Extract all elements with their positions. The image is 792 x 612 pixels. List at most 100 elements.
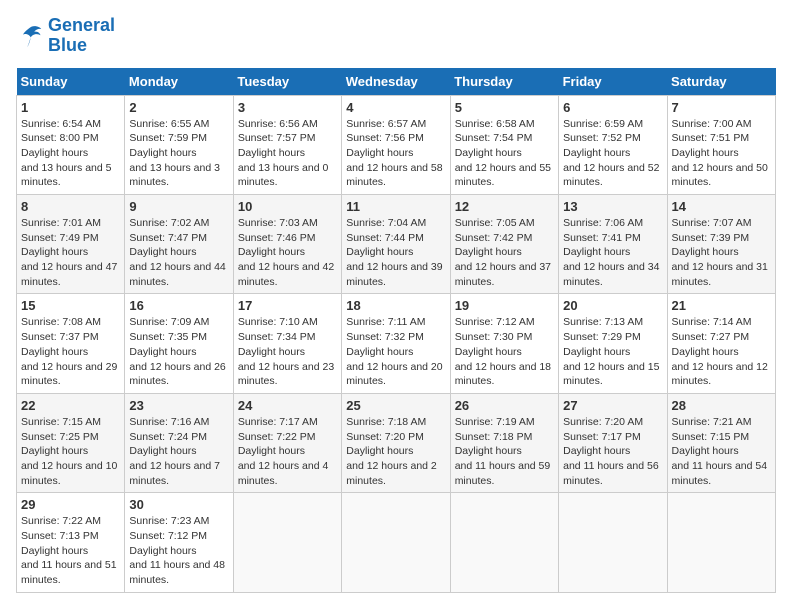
calendar-cell bbox=[342, 493, 450, 592]
calendar-cell: 18 Sunrise: 7:11 AM Sunset: 7:32 PM Dayl… bbox=[342, 294, 450, 393]
day-number: 27 bbox=[563, 398, 662, 413]
day-number: 14 bbox=[672, 199, 771, 214]
logo-text: General Blue bbox=[48, 16, 115, 56]
logo: General Blue bbox=[16, 16, 115, 56]
calendar-cell: 19 Sunrise: 7:12 AM Sunset: 7:30 PM Dayl… bbox=[450, 294, 558, 393]
day-info: Sunrise: 7:02 AM Sunset: 7:47 PM Dayligh… bbox=[129, 216, 228, 289]
day-number: 17 bbox=[238, 298, 337, 313]
col-header-sunday: Sunday bbox=[17, 68, 125, 96]
calendar-cell: 22 Sunrise: 7:15 AM Sunset: 7:25 PM Dayl… bbox=[17, 393, 125, 492]
day-info: Sunrise: 7:22 AM Sunset: 7:13 PM Dayligh… bbox=[21, 514, 120, 587]
day-info: Sunrise: 7:05 AM Sunset: 7:42 PM Dayligh… bbox=[455, 216, 554, 289]
calendar-cell: 26 Sunrise: 7:19 AM Sunset: 7:18 PM Dayl… bbox=[450, 393, 558, 492]
day-info: Sunrise: 7:01 AM Sunset: 7:49 PM Dayligh… bbox=[21, 216, 120, 289]
calendar-cell: 1 Sunrise: 6:54 AM Sunset: 8:00 PM Dayli… bbox=[17, 95, 125, 194]
calendar-cell: 27 Sunrise: 7:20 AM Sunset: 7:17 PM Dayl… bbox=[559, 393, 667, 492]
day-info: Sunrise: 6:58 AM Sunset: 7:54 PM Dayligh… bbox=[455, 117, 554, 190]
calendar-cell: 23 Sunrise: 7:16 AM Sunset: 7:24 PM Dayl… bbox=[125, 393, 233, 492]
day-number: 21 bbox=[672, 298, 771, 313]
day-number: 11 bbox=[346, 199, 445, 214]
calendar-cell: 14 Sunrise: 7:07 AM Sunset: 7:39 PM Dayl… bbox=[667, 195, 775, 294]
calendar-table: SundayMondayTuesdayWednesdayThursdayFrid… bbox=[16, 68, 776, 593]
calendar-cell: 29 Sunrise: 7:22 AM Sunset: 7:13 PM Dayl… bbox=[17, 493, 125, 592]
day-info: Sunrise: 7:09 AM Sunset: 7:35 PM Dayligh… bbox=[129, 315, 228, 388]
day-info: Sunrise: 7:07 AM Sunset: 7:39 PM Dayligh… bbox=[672, 216, 771, 289]
day-number: 22 bbox=[21, 398, 120, 413]
day-info: Sunrise: 7:20 AM Sunset: 7:17 PM Dayligh… bbox=[563, 415, 662, 488]
day-info: Sunrise: 7:23 AM Sunset: 7:12 PM Dayligh… bbox=[129, 514, 228, 587]
calendar-cell: 17 Sunrise: 7:10 AM Sunset: 7:34 PM Dayl… bbox=[233, 294, 341, 393]
calendar-cell: 15 Sunrise: 7:08 AM Sunset: 7:37 PM Dayl… bbox=[17, 294, 125, 393]
day-number: 7 bbox=[672, 100, 771, 115]
day-number: 9 bbox=[129, 199, 228, 214]
day-number: 15 bbox=[21, 298, 120, 313]
calendar-cell: 25 Sunrise: 7:18 AM Sunset: 7:20 PM Dayl… bbox=[342, 393, 450, 492]
calendar-cell: 24 Sunrise: 7:17 AM Sunset: 7:22 PM Dayl… bbox=[233, 393, 341, 492]
day-number: 5 bbox=[455, 100, 554, 115]
calendar-cell: 3 Sunrise: 6:56 AM Sunset: 7:57 PM Dayli… bbox=[233, 95, 341, 194]
day-number: 20 bbox=[563, 298, 662, 313]
day-number: 12 bbox=[455, 199, 554, 214]
day-number: 23 bbox=[129, 398, 228, 413]
calendar-cell: 10 Sunrise: 7:03 AM Sunset: 7:46 PM Dayl… bbox=[233, 195, 341, 294]
calendar-cell: 20 Sunrise: 7:13 AM Sunset: 7:29 PM Dayl… bbox=[559, 294, 667, 393]
day-info: Sunrise: 7:15 AM Sunset: 7:25 PM Dayligh… bbox=[21, 415, 120, 488]
col-header-saturday: Saturday bbox=[667, 68, 775, 96]
day-number: 24 bbox=[238, 398, 337, 413]
day-info: Sunrise: 7:12 AM Sunset: 7:30 PM Dayligh… bbox=[455, 315, 554, 388]
day-info: Sunrise: 7:18 AM Sunset: 7:20 PM Dayligh… bbox=[346, 415, 445, 488]
day-number: 18 bbox=[346, 298, 445, 313]
calendar-cell bbox=[450, 493, 558, 592]
day-info: Sunrise: 7:16 AM Sunset: 7:24 PM Dayligh… bbox=[129, 415, 228, 488]
col-header-thursday: Thursday bbox=[450, 68, 558, 96]
calendar-cell: 13 Sunrise: 7:06 AM Sunset: 7:41 PM Dayl… bbox=[559, 195, 667, 294]
calendar-cell: 2 Sunrise: 6:55 AM Sunset: 7:59 PM Dayli… bbox=[125, 95, 233, 194]
calendar-cell: 11 Sunrise: 7:04 AM Sunset: 7:44 PM Dayl… bbox=[342, 195, 450, 294]
calendar-cell bbox=[559, 493, 667, 592]
day-info: Sunrise: 7:21 AM Sunset: 7:15 PM Dayligh… bbox=[672, 415, 771, 488]
day-info: Sunrise: 7:03 AM Sunset: 7:46 PM Dayligh… bbox=[238, 216, 337, 289]
day-info: Sunrise: 7:13 AM Sunset: 7:29 PM Dayligh… bbox=[563, 315, 662, 388]
calendar-cell bbox=[233, 493, 341, 592]
day-info: Sunrise: 7:06 AM Sunset: 7:41 PM Dayligh… bbox=[563, 216, 662, 289]
day-info: Sunrise: 6:56 AM Sunset: 7:57 PM Dayligh… bbox=[238, 117, 337, 190]
col-header-wednesday: Wednesday bbox=[342, 68, 450, 96]
calendar-cell bbox=[667, 493, 775, 592]
day-number: 16 bbox=[129, 298, 228, 313]
day-info: Sunrise: 7:04 AM Sunset: 7:44 PM Dayligh… bbox=[346, 216, 445, 289]
day-number: 1 bbox=[21, 100, 120, 115]
day-info: Sunrise: 7:00 AM Sunset: 7:51 PM Dayligh… bbox=[672, 117, 771, 190]
calendar-cell: 8 Sunrise: 7:01 AM Sunset: 7:49 PM Dayli… bbox=[17, 195, 125, 294]
day-info: Sunrise: 7:11 AM Sunset: 7:32 PM Dayligh… bbox=[346, 315, 445, 388]
calendar-cell: 4 Sunrise: 6:57 AM Sunset: 7:56 PM Dayli… bbox=[342, 95, 450, 194]
day-number: 3 bbox=[238, 100, 337, 115]
calendar-cell: 6 Sunrise: 6:59 AM Sunset: 7:52 PM Dayli… bbox=[559, 95, 667, 194]
day-number: 8 bbox=[21, 199, 120, 214]
day-number: 6 bbox=[563, 100, 662, 115]
page-header: General Blue bbox=[16, 16, 776, 56]
calendar-cell: 5 Sunrise: 6:58 AM Sunset: 7:54 PM Dayli… bbox=[450, 95, 558, 194]
calendar-cell: 12 Sunrise: 7:05 AM Sunset: 7:42 PM Dayl… bbox=[450, 195, 558, 294]
calendar-cell: 30 Sunrise: 7:23 AM Sunset: 7:12 PM Dayl… bbox=[125, 493, 233, 592]
day-number: 10 bbox=[238, 199, 337, 214]
day-number: 25 bbox=[346, 398, 445, 413]
day-info: Sunrise: 7:14 AM Sunset: 7:27 PM Dayligh… bbox=[672, 315, 771, 388]
col-header-monday: Monday bbox=[125, 68, 233, 96]
calendar-cell: 28 Sunrise: 7:21 AM Sunset: 7:15 PM Dayl… bbox=[667, 393, 775, 492]
day-number: 28 bbox=[672, 398, 771, 413]
day-info: Sunrise: 7:08 AM Sunset: 7:37 PM Dayligh… bbox=[21, 315, 120, 388]
calendar-cell: 7 Sunrise: 7:00 AM Sunset: 7:51 PM Dayli… bbox=[667, 95, 775, 194]
day-info: Sunrise: 6:57 AM Sunset: 7:56 PM Dayligh… bbox=[346, 117, 445, 190]
day-number: 29 bbox=[21, 497, 120, 512]
calendar-cell: 9 Sunrise: 7:02 AM Sunset: 7:47 PM Dayli… bbox=[125, 195, 233, 294]
day-info: Sunrise: 6:54 AM Sunset: 8:00 PM Dayligh… bbox=[21, 117, 120, 190]
day-number: 26 bbox=[455, 398, 554, 413]
day-info: Sunrise: 6:55 AM Sunset: 7:59 PM Dayligh… bbox=[129, 117, 228, 190]
day-info: Sunrise: 7:10 AM Sunset: 7:34 PM Dayligh… bbox=[238, 315, 337, 388]
day-number: 30 bbox=[129, 497, 228, 512]
day-number: 19 bbox=[455, 298, 554, 313]
col-header-friday: Friday bbox=[559, 68, 667, 96]
calendar-cell: 16 Sunrise: 7:09 AM Sunset: 7:35 PM Dayl… bbox=[125, 294, 233, 393]
calendar-cell: 21 Sunrise: 7:14 AM Sunset: 7:27 PM Dayl… bbox=[667, 294, 775, 393]
day-number: 4 bbox=[346, 100, 445, 115]
